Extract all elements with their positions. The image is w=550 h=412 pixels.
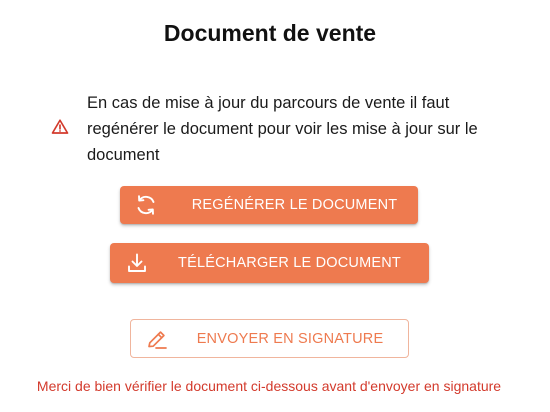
regenerate-document-button[interactable]: REGÉNÉRER LE DOCUMENT	[120, 186, 418, 224]
refresh-icon	[133, 192, 159, 218]
warning-triangle-icon	[51, 118, 69, 136]
send-for-signature-button[interactable]: ENVOYER EN SIGNATURE	[130, 319, 409, 358]
download-document-button[interactable]: TÉLÉCHARGER LE DOCUMENT	[110, 243, 429, 283]
download-document-label: TÉLÉCHARGER LE DOCUMENT	[178, 255, 401, 271]
send-for-signature-label: ENVOYER EN SIGNATURE	[196, 330, 384, 347]
verification-notice: Merci de bien vérifier le document ci-de…	[36, 378, 502, 394]
regenerate-document-label: REGÉNÉRER LE DOCUMENT	[191, 197, 398, 213]
download-icon	[124, 250, 150, 276]
pen-icon	[144, 326, 170, 352]
warning-text: En cas de mise à jour du parcours de ven…	[87, 94, 478, 164]
warning-message: En cas de mise à jour du parcours de ven…	[48, 88, 498, 170]
page-title: Document de vente	[163, 20, 377, 46]
